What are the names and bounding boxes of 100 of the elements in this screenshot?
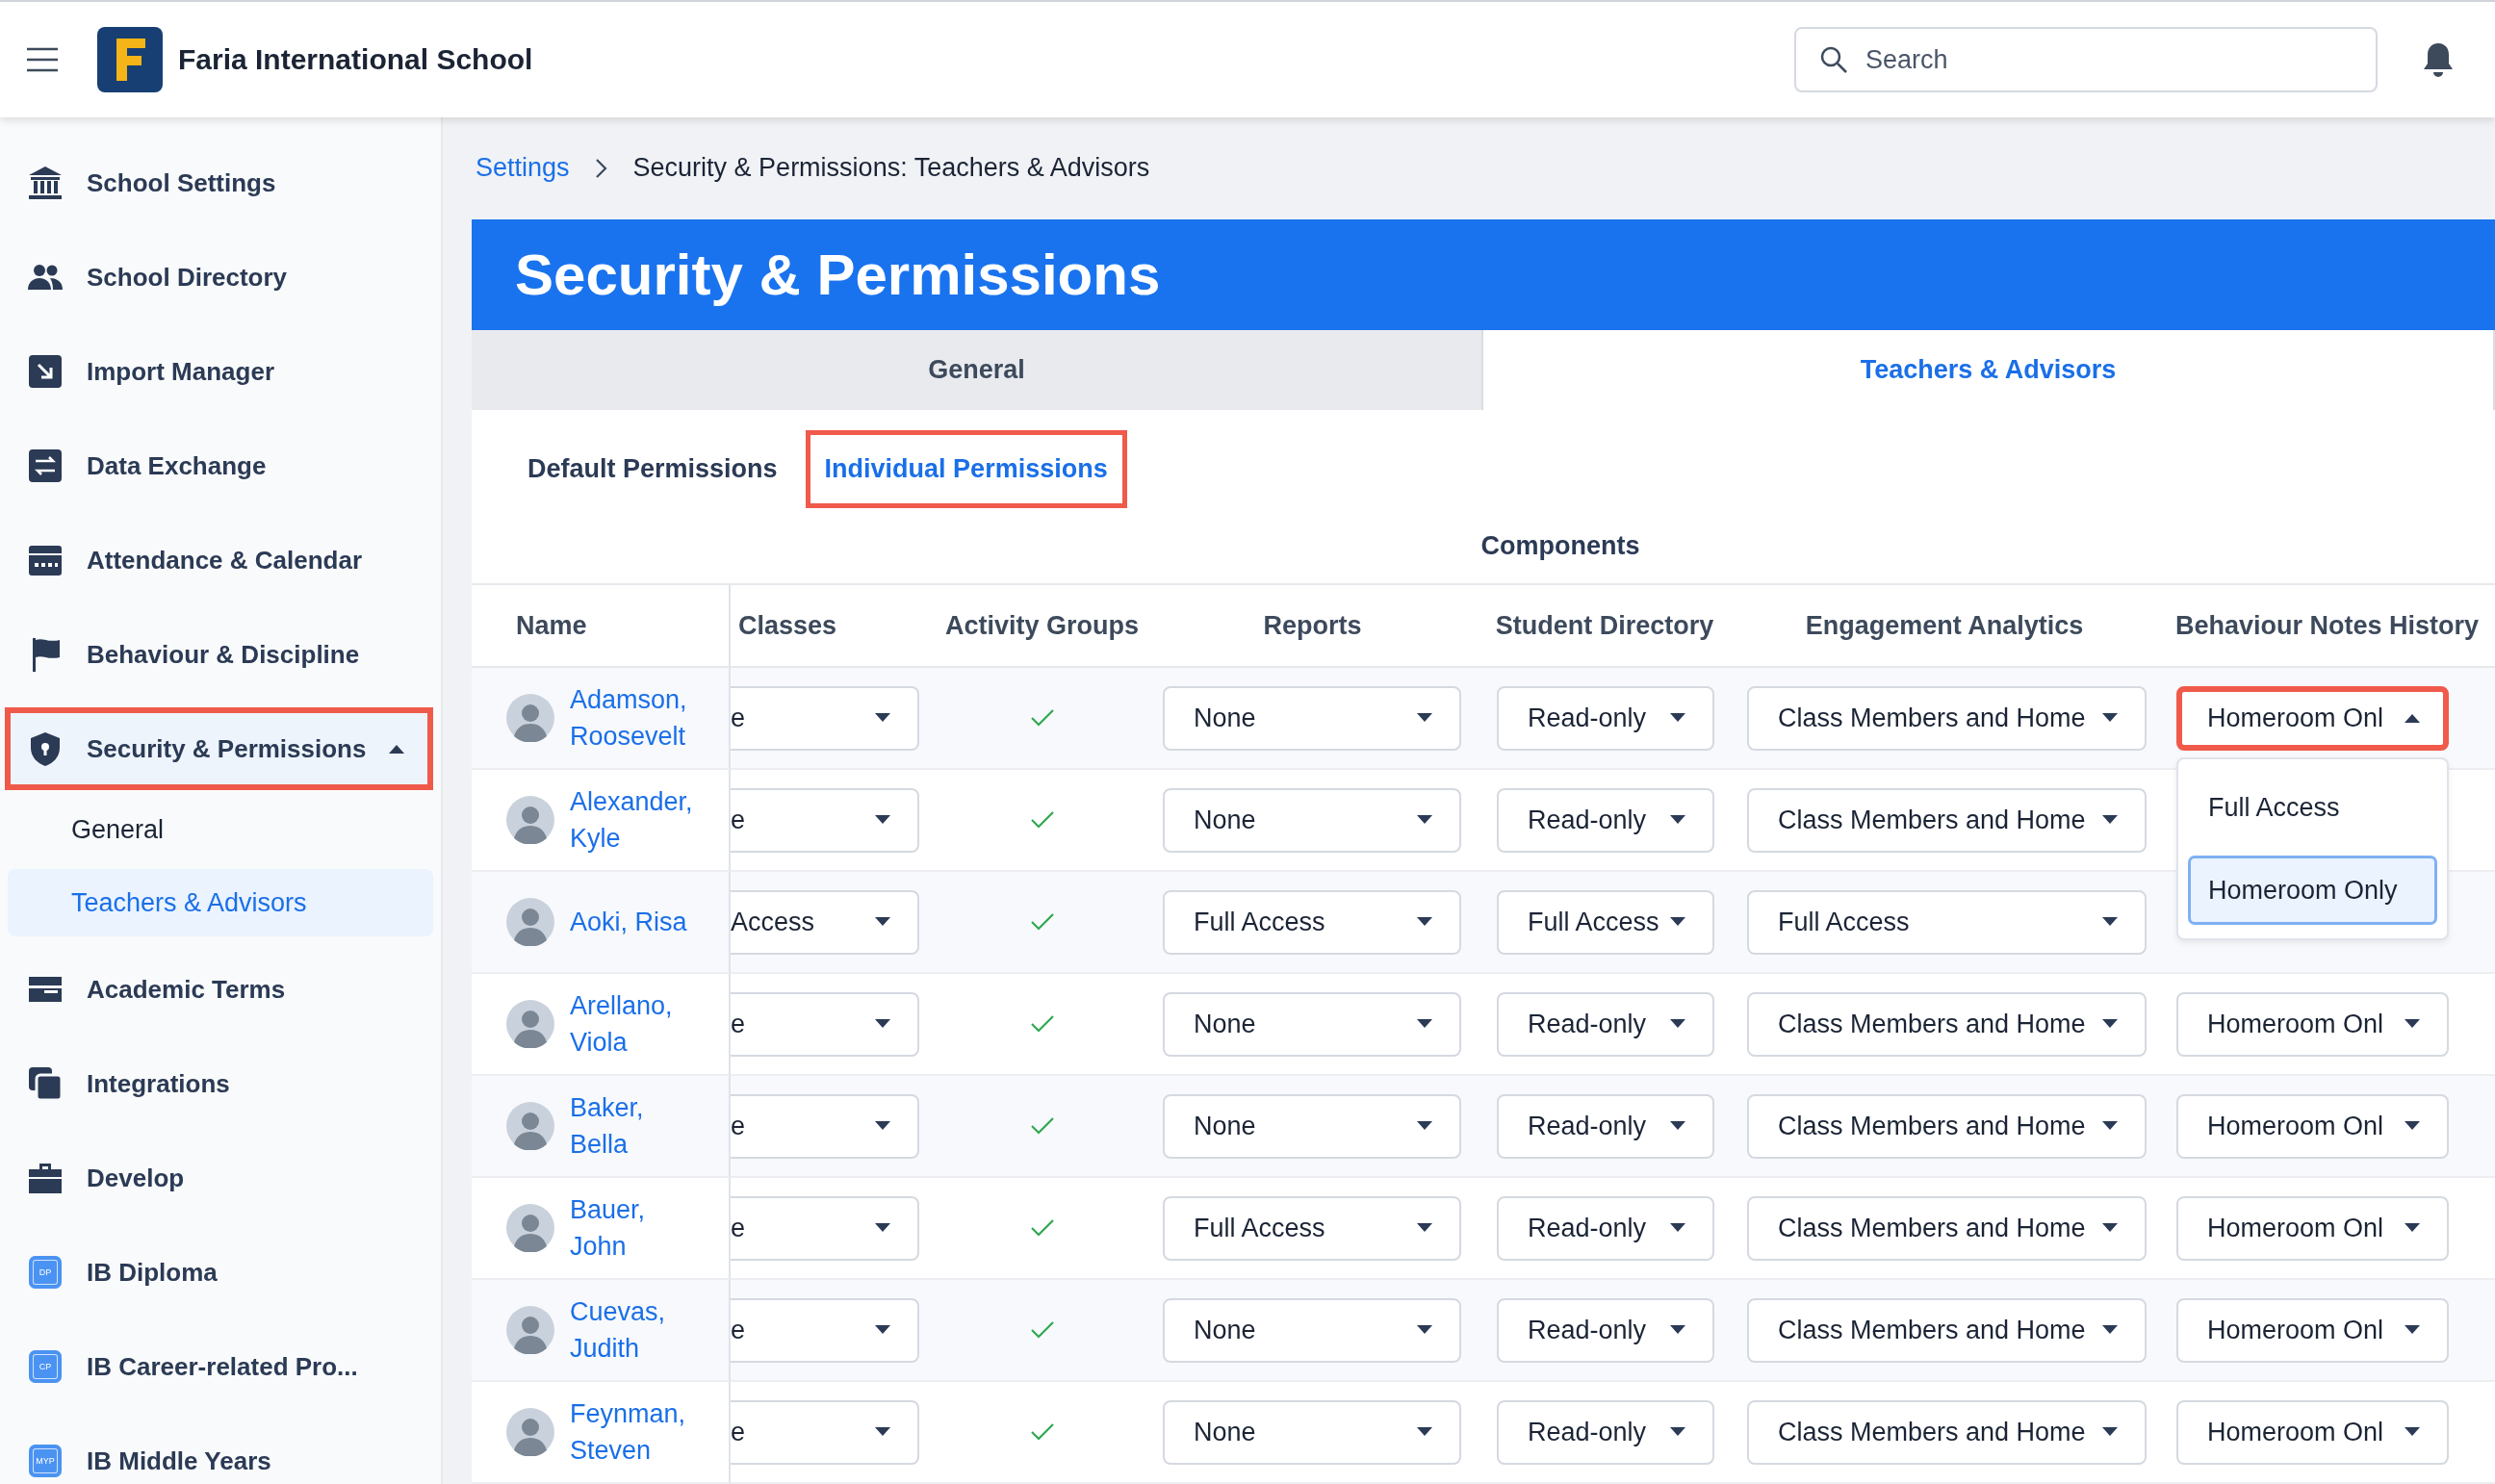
breadcrumb-current: Security & Permissions: Teachers & Advisors bbox=[632, 153, 1150, 184]
caret-icon bbox=[2405, 1427, 2420, 1437]
permission-select[interactable]: Homeroom Onl bbox=[2176, 991, 2449, 1057]
avatar-icon bbox=[506, 1408, 554, 1456]
caret-icon bbox=[1670, 1019, 1685, 1029]
permission-select[interactable]: e bbox=[731, 1195, 919, 1261]
permission-select[interactable]: Read-only bbox=[1497, 1093, 1714, 1159]
avatar-icon bbox=[506, 1000, 554, 1048]
page-title: Security & Permissions bbox=[515, 241, 1161, 308]
chevron-right-icon bbox=[594, 157, 608, 179]
sidebar-item[interactable]: Integrations bbox=[5, 1036, 433, 1131]
sidebar-item[interactable]: DP IB Diploma bbox=[5, 1225, 433, 1319]
permission-select[interactable]: Read-only bbox=[1497, 1399, 1714, 1465]
permission-select[interactable]: e bbox=[731, 1399, 919, 1465]
caret-icon bbox=[2102, 815, 2118, 825]
caret-icon bbox=[2405, 1325, 2420, 1335]
menu-icon[interactable] bbox=[26, 47, 59, 72]
teacher-name-link[interactable]: Aoki, Risa bbox=[570, 904, 695, 940]
caret-icon bbox=[1417, 1121, 1432, 1131]
permission-select[interactable]: e bbox=[731, 685, 919, 751]
caret-icon bbox=[875, 1223, 890, 1233]
caret-icon bbox=[1417, 917, 1432, 927]
caret-icon bbox=[1670, 713, 1685, 723]
search-field[interactable]: Search bbox=[1794, 27, 2378, 92]
caret-icon bbox=[1417, 1427, 1432, 1437]
sidebar-item[interactable]: Data Exchange bbox=[5, 419, 433, 513]
programme-badge-icon: MYP bbox=[29, 1445, 62, 1477]
permission-select[interactable]: Homeroom Onl bbox=[2176, 1297, 2449, 1363]
permission-select[interactable]: None bbox=[1163, 991, 1461, 1057]
permission-select[interactable]: None bbox=[1163, 787, 1461, 853]
teacher-name-link[interactable]: Bauer, John bbox=[570, 1191, 695, 1265]
permission-select[interactable]: None bbox=[1163, 1399, 1461, 1465]
permission-select[interactable]: Full Access bbox=[1497, 889, 1714, 955]
tab[interactable]: Teachers & Advisors bbox=[1483, 330, 2495, 410]
permission-select[interactable]: Class Members and Home bbox=[1747, 1093, 2147, 1159]
dropdown-option[interactable]: Full Access bbox=[2188, 773, 2437, 842]
caret-icon bbox=[1670, 1427, 1685, 1437]
permission-select[interactable]: e bbox=[731, 991, 919, 1057]
permission-select[interactable]: None bbox=[1163, 1297, 1461, 1363]
caret-icon bbox=[2102, 917, 2118, 927]
exchange-icon bbox=[27, 448, 64, 484]
avatar-icon bbox=[506, 898, 554, 946]
permission-select[interactable]: Homeroom Onl bbox=[2176, 1093, 2449, 1159]
sub-tab[interactable]: Individual Permissions bbox=[805, 430, 1127, 508]
caret-icon bbox=[875, 1427, 890, 1437]
permission-select[interactable]: Class Members and Home bbox=[1747, 991, 2147, 1057]
permission-select[interactable]: Full Access bbox=[1747, 889, 2147, 955]
permission-select[interactable]: Read-only bbox=[1497, 685, 1714, 751]
avatar-icon bbox=[506, 1306, 554, 1354]
permission-select[interactable]: Full Access bbox=[1163, 1195, 1461, 1261]
permission-select[interactable]: Homeroom Onl bbox=[2176, 685, 2449, 751]
search-icon bbox=[1819, 45, 1848, 74]
sub-tab[interactable]: Default Permissions bbox=[513, 430, 792, 508]
permission-select[interactable]: None bbox=[1163, 685, 1461, 751]
sidebar-item[interactable]: Develop bbox=[5, 1131, 433, 1225]
permission-select[interactable]: None bbox=[1163, 1093, 1461, 1159]
dropdown-option[interactable]: Homeroom Only bbox=[2188, 856, 2437, 925]
notification-bell-icon[interactable] bbox=[2422, 41, 2455, 78]
permission-select[interactable]: Class Members and Home bbox=[1747, 1297, 2147, 1363]
caret-icon bbox=[2102, 1019, 2118, 1029]
permission-select[interactable]: Class Members and Home bbox=[1747, 1195, 2147, 1261]
permission-select[interactable]: Class Members and Home bbox=[1747, 685, 2147, 751]
breadcrumb-link[interactable]: Settings bbox=[476, 153, 570, 184]
caret-icon bbox=[2405, 1019, 2420, 1029]
caret-icon bbox=[2405, 1223, 2420, 1233]
permission-select[interactable]: Access bbox=[731, 889, 919, 955]
teacher-name-link[interactable]: Arellano, Viola bbox=[570, 987, 695, 1061]
sidebar-item[interactable]: Attendance & Calendar bbox=[5, 513, 433, 607]
sidebar-item[interactable]: Behaviour & Discipline bbox=[5, 607, 433, 702]
teacher-name-link[interactable]: Feynman, Steven bbox=[570, 1395, 695, 1469]
permission-select[interactable]: Homeroom Onl bbox=[2176, 1195, 2449, 1261]
caret-icon bbox=[2405, 713, 2420, 723]
permission-select[interactable]: Homeroom Onl bbox=[2176, 1399, 2449, 1465]
avatar-icon bbox=[506, 796, 554, 844]
permission-select[interactable]: e bbox=[731, 787, 919, 853]
teacher-name-link[interactable]: Alexander, Kyle bbox=[570, 783, 695, 857]
permission-select[interactable]: Class Members and Home bbox=[1747, 1399, 2147, 1465]
caret-icon bbox=[2102, 1121, 2118, 1131]
sidebar-item[interactable]: School Settings bbox=[5, 136, 433, 230]
caret-icon bbox=[875, 1019, 890, 1029]
sidebar-item[interactable]: Import Manager bbox=[5, 324, 433, 419]
caret-icon bbox=[1417, 815, 1432, 825]
permission-select[interactable]: Full Access bbox=[1163, 889, 1461, 955]
sidebar-item[interactable]: CP IB Career-related Pro... bbox=[5, 1319, 433, 1414]
tab[interactable]: General bbox=[472, 330, 1483, 410]
sidebar-subitem[interactable]: Teachers & Advisors bbox=[8, 869, 433, 936]
sidebar-subitem[interactable]: General bbox=[5, 796, 433, 863]
permission-select[interactable]: e bbox=[731, 1297, 919, 1363]
permission-select[interactable]: Class Members and Home bbox=[1747, 787, 2147, 853]
sidebar-item[interactable]: MYP IB Middle Years bbox=[5, 1414, 433, 1484]
permission-select[interactable]: Read-only bbox=[1497, 991, 1714, 1057]
bank-icon bbox=[27, 165, 64, 201]
permission-select[interactable]: Read-only bbox=[1497, 1195, 1714, 1261]
sidebar-item[interactable]: Security & Permissions bbox=[5, 707, 433, 790]
permission-select[interactable]: Read-only bbox=[1497, 787, 1714, 853]
sidebar-item[interactable]: School Directory bbox=[5, 230, 433, 324]
permission-select[interactable]: e bbox=[731, 1093, 919, 1159]
sidebar-item[interactable]: Academic Terms bbox=[5, 942, 433, 1036]
caret-icon bbox=[1417, 1325, 1432, 1335]
permission-select[interactable]: Read-only bbox=[1497, 1297, 1714, 1363]
